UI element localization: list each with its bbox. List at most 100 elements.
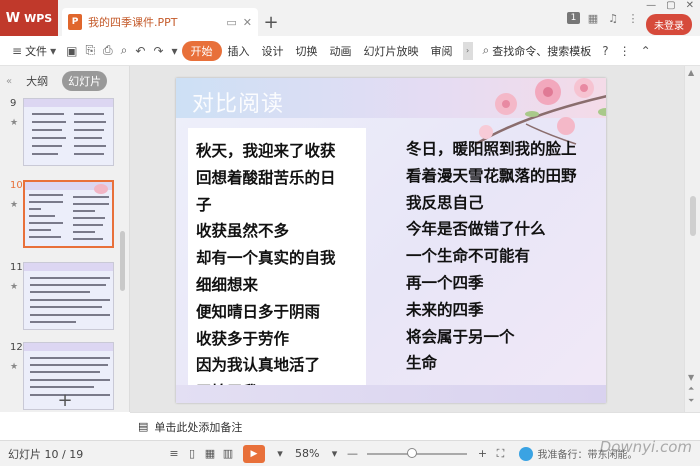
zoom-in-icon[interactable]: + [473, 447, 491, 460]
canvas-scrollbar[interactable]: ▲ ▼ ⏶ ⏷ [684, 66, 700, 412]
zoom-slider-knob[interactable] [407, 447, 418, 458]
tab-slides[interactable]: 幻灯片 [62, 71, 108, 91]
save-icon[interactable]: ▣ [62, 44, 81, 58]
poem-line: 却有一个真实的自我 [196, 248, 336, 268]
wps-home-tab[interactable]: W WPS [0, 0, 58, 36]
tab-review[interactable]: 审阅 [425, 40, 459, 62]
slide-thumbnail[interactable] [23, 262, 114, 330]
zoom-dropdown-icon[interactable]: ▾ [325, 447, 343, 460]
close-tab-icon[interactable]: ✕ [243, 16, 252, 29]
play-slideshow-button[interactable]: ▶ [243, 444, 265, 463]
tab-slideshow[interactable]: 幻灯片放映 [358, 40, 425, 62]
left-poem-text[interactable]: 秋天，我迎来了收获 回想着酸甜苦乐的日 子 收获虽然不多 却有一个真实的自我 细… [196, 138, 372, 403]
window-count-badge[interactable]: 1 [567, 12, 580, 24]
poem-line: 看着漫天雪花飘落的田野 [406, 165, 577, 185]
tab-outline[interactable]: 大纲 [20, 71, 54, 91]
poem-line: 生命 [406, 353, 438, 373]
help-icon[interactable]: ? [597, 44, 613, 58]
poem-line: 回想着酸甜苦乐的日 [196, 167, 336, 187]
undo-icon[interactable]: ↶ [131, 44, 149, 58]
panel-tabs: « 大纲 幻灯片 [0, 66, 129, 96]
menu-icon[interactable]: ⋮ [626, 12, 640, 25]
slide-thumbnail[interactable] [23, 98, 114, 166]
animation-star-icon: ★ [10, 118, 19, 128]
tab-insert[interactable]: 插入 [222, 40, 256, 62]
zoom-slider[interactable] [367, 447, 468, 458]
scroll-down-icon[interactable]: ▼ [688, 373, 694, 382]
minimize-icon[interactable]: — [646, 0, 656, 11]
slide-thumbnail-current[interactable] [23, 180, 114, 248]
scrollbar-thumb[interactable] [690, 196, 696, 236]
command-search[interactable]: ⌕ 查找命令、搜索模板 [477, 40, 598, 62]
poem-line: 一个生命不可能有 [406, 246, 531, 266]
notes-placeholder: 单击此处添加备注 [154, 420, 243, 434]
export-pdf-icon[interactable]: ⎘ [81, 43, 99, 58]
new-tab-button[interactable]: + [258, 8, 284, 36]
thumbnail-item[interactable]: 10 ★ [0, 180, 124, 252]
poem-line: 便知晴日多于阴雨 [196, 301, 321, 321]
more-tabs-icon[interactable]: › [462, 41, 473, 60]
tab-start[interactable]: 开始 [181, 40, 222, 61]
bell-icon[interactable]: ♫ [606, 12, 620, 25]
slide-counter: 幻灯片 10 / 19 [8, 447, 84, 461]
animation-star-icon: ★ [10, 200, 19, 210]
current-slide[interactable]: 对比阅读 秋天，我迎来了收获 回想着酸甜苦乐的日 子 收获虽然不多 却有一个真实… [176, 78, 606, 403]
wps-app-name: WPS [24, 11, 53, 25]
tab-animation[interactable]: 动画 [324, 40, 358, 62]
print-icon[interactable]: ⎙ [99, 43, 117, 58]
thumbnail-number: 10 [10, 180, 23, 191]
notes-icon: ▤ [138, 420, 149, 433]
hamburger-icon: ≡ [12, 43, 23, 58]
next-slide-icon[interactable]: ⏷ [688, 396, 694, 406]
prev-slide-icon[interactable]: ⏶ [688, 384, 694, 394]
watermark: Downyi.com [599, 438, 692, 456]
tab-transition[interactable]: 切换 [290, 40, 324, 62]
thumbnail-number: 12 [10, 342, 23, 353]
thumbnail-item[interactable]: 9 ★ [0, 98, 124, 170]
slide-thumbnail-panel: « 大纲 幻灯片 9 ★ 10 ★ 11 ★ 12 ★ + [0, 66, 130, 412]
monitor-icon[interactable]: ▭ [226, 16, 236, 29]
thumbnail-number: 9 [10, 98, 17, 109]
tab-design[interactable]: 设计 [256, 40, 290, 62]
collapse-panel-icon[interactable]: « [6, 76, 12, 87]
zoom-out-icon[interactable]: — [343, 447, 361, 460]
status-bar: 幻灯片 10 / 19 ≡ ▯ ▦ ▥ ▶ ▾ 58% ▾ — + ⛶ 我准备行… [0, 440, 700, 466]
window-controls: — ▢ ✕ [646, 0, 694, 11]
more-options-icon[interactable]: ⋮ [614, 44, 636, 58]
collapse-ribbon-icon[interactable]: ⌃ [636, 44, 656, 58]
skin-icon[interactable]: ▦ [586, 12, 600, 25]
poem-line: 将会属于另一个 [406, 326, 515, 346]
right-poem-text[interactable]: 冬日，暖阳照到我的脸上 看着漫天雪花飘落的田野 我反思自己 今年是否做错了什么 … [406, 136, 606, 377]
play-options-icon[interactable]: ▾ [271, 447, 289, 460]
animation-star-icon: ★ [10, 362, 19, 372]
poem-line: 细细想来 [196, 274, 259, 294]
poem-line: 收获虽然不多 [196, 221, 290, 241]
add-slide-button[interactable]: + [0, 388, 130, 412]
thumbnail-number: 11 [10, 262, 23, 273]
preview-icon[interactable]: ⌕ [117, 43, 132, 58]
sorter-view-icon[interactable]: ▦ [201, 447, 219, 460]
scroll-up-icon[interactable]: ▲ [688, 68, 694, 77]
main-toolbar: ≡ 文件 ▾ ▣ ⎘ ⎙ ⌕ ↶ ↷ ▾ 开始 插入 设计 切换 动画 幻灯片放… [0, 36, 700, 66]
poem-line: 因为我认真地活了 [196, 355, 321, 375]
poem-line: 冬日，暖阳照到我的脸上 [406, 139, 577, 158]
notes-area[interactable]: ▤ 单击此处添加备注 [130, 412, 700, 440]
reading-view-icon[interactable]: ▥ [219, 447, 237, 460]
poem-line: 未来的四季 [406, 299, 484, 319]
close-window-icon[interactable]: ✕ [686, 0, 694, 11]
file-menu[interactable]: ≡ 文件 ▾ [6, 40, 62, 62]
notes-toggle-icon[interactable]: ≡ [165, 447, 183, 460]
zoom-level[interactable]: 58% [295, 447, 319, 460]
normal-view-icon[interactable]: ▯ [183, 447, 201, 460]
poem-line: 再一个四季 [406, 272, 484, 292]
thumbnail-item[interactable]: 11 ★ [0, 262, 124, 334]
thumbnail-scrollbar[interactable] [120, 231, 125, 291]
document-tab[interactable]: P 我的四季课件.PPT ▭ ✕ [62, 8, 258, 36]
assistant-icon[interactable] [519, 446, 534, 461]
quick-menu-icon[interactable]: ▾ [168, 44, 182, 58]
redo-icon[interactable]: ↷ [149, 44, 167, 58]
slide-canvas: 对比阅读 秋天，我迎来了收获 回想着酸甜苦乐的日 子 收获虽然不多 却有一个真实… [130, 66, 684, 412]
login-button[interactable]: 未登录 [646, 13, 692, 35]
maximize-icon[interactable]: ▢ [666, 0, 675, 11]
fit-window-icon[interactable]: ⛶ [491, 447, 509, 461]
